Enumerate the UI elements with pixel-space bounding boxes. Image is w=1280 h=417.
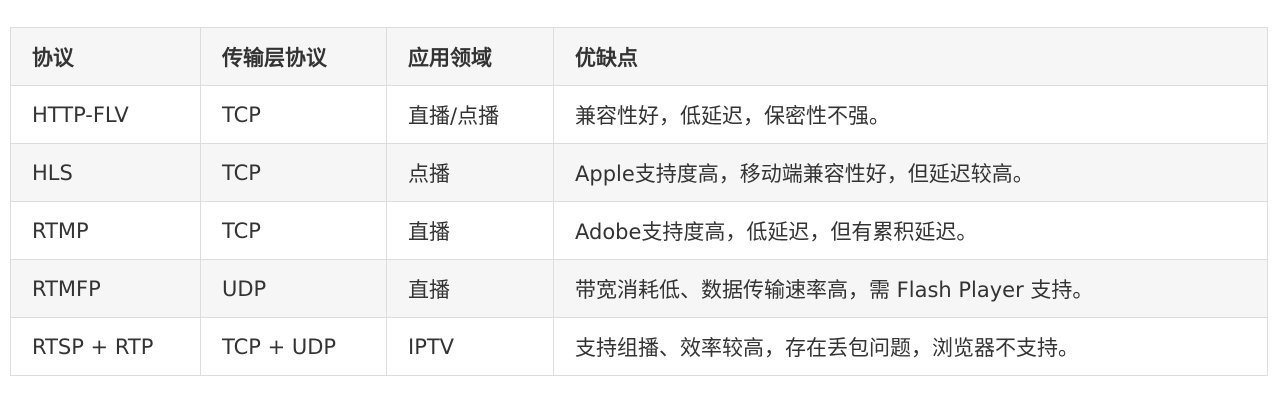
table-row: RTMP TCP 直播 Adobe支持度高，低延迟，但有累积延迟。 [10, 201, 1268, 260]
table-row: RTMFP UDP 直播 带宽消耗低、数据传输速率高，需 Flash Playe… [10, 259, 1268, 318]
cell-application: IPTV [386, 317, 554, 376]
header-protocol: 协议 [10, 27, 201, 86]
table-header-row: 协议 传输层协议 应用领域 优缺点 [10, 27, 1268, 86]
cell-pros-cons: 支持组播、效率较高，存在丢包问题，浏览器不支持。 [553, 317, 1268, 376]
header-application: 应用领域 [386, 27, 554, 86]
cell-transport: TCP + UDP [200, 317, 387, 376]
cell-pros-cons: Adobe支持度高，低延迟，但有累积延迟。 [553, 201, 1268, 260]
header-transport: 传输层协议 [200, 27, 387, 86]
header-pros-cons: 优缺点 [553, 27, 1268, 86]
cell-protocol: RTSP + RTP [10, 317, 201, 376]
cell-protocol: RTMP [10, 201, 201, 260]
cell-application: 直播/点播 [386, 85, 554, 144]
cell-transport: TCP [200, 201, 387, 260]
table-row: RTSP + RTP TCP + UDP IPTV 支持组播、效率较高，存在丢包… [10, 317, 1268, 376]
cell-transport: UDP [200, 259, 387, 318]
cell-protocol: RTMFP [10, 259, 201, 318]
cell-pros-cons: 兼容性好，低延迟，保密性不强。 [553, 85, 1268, 144]
cell-protocol: HLS [10, 143, 201, 202]
table-row: HTTP-FLV TCP 直播/点播 兼容性好，低延迟，保密性不强。 [10, 85, 1268, 144]
cell-pros-cons: 带宽消耗低、数据传输速率高，需 Flash Player 支持。 [553, 259, 1268, 318]
cell-application: 直播 [386, 201, 554, 260]
cell-transport: TCP [200, 85, 387, 144]
cell-pros-cons: Apple支持度高，移动端兼容性好，但延迟较高。 [553, 143, 1268, 202]
protocol-comparison-table: 协议 传输层协议 应用领域 优缺点 HTTP-FLV TCP 直播/点播 兼容性… [10, 27, 1268, 376]
cell-application: 点播 [386, 143, 554, 202]
cell-transport: TCP [200, 143, 387, 202]
cell-application: 直播 [386, 259, 554, 318]
table-row: HLS TCP 点播 Apple支持度高，移动端兼容性好，但延迟较高。 [10, 143, 1268, 202]
cell-protocol: HTTP-FLV [10, 85, 201, 144]
